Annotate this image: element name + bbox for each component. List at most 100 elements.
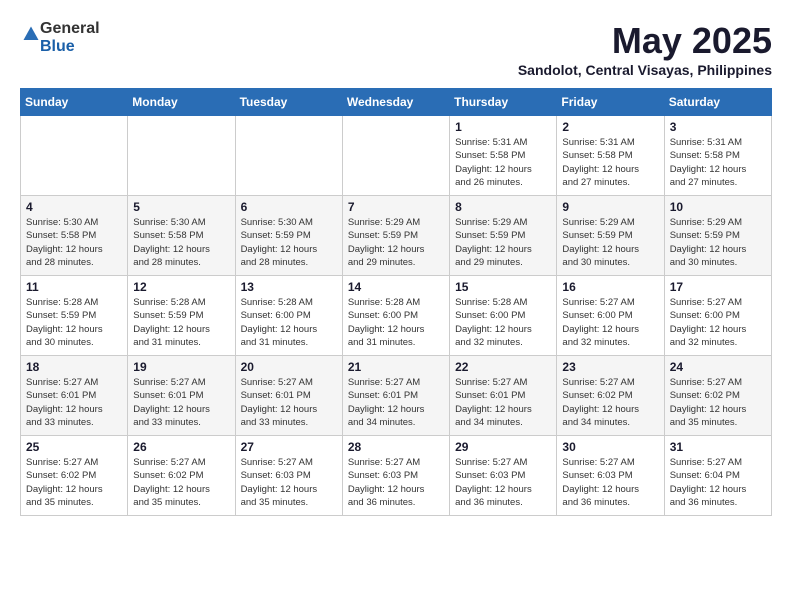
day-info: Sunrise: 5:27 AMSunset: 6:01 PMDaylight:… [26, 376, 122, 429]
day-number: 31 [670, 440, 766, 454]
calendar-cell: 30 Sunrise: 5:27 AMSunset: 6:03 PMDayligh… [557, 436, 664, 516]
day-info: Sunrise: 5:27 AMSunset: 6:01 PMDaylight:… [348, 376, 444, 429]
day-number: 15 [455, 280, 551, 294]
day-number: 2 [562, 120, 658, 134]
header: General Blue May 2025 Sandolot, Central … [20, 20, 772, 78]
day-number: 27 [241, 440, 337, 454]
calendar-row: 18Sunrise: 5:27 AMSunset: 6:01 PMDayligh… [21, 356, 772, 436]
day-number: 23 [562, 360, 658, 374]
calendar-cell: 14Sunrise: 5:28 AMSunset: 6:00 PMDayligh… [342, 276, 449, 356]
calendar-row: 25Sunrise: 5:27 AMSunset: 6:02 PMDayligh… [21, 436, 772, 516]
weekday-header: Wednesday [342, 89, 449, 116]
day-info: Sunrise: 5:27 AMSunset: 6:02 PMDaylight:… [133, 456, 229, 509]
calendar-cell: 3 Sunrise: 5:31 AMSunset: 5:58 PMDaylight… [664, 116, 771, 196]
day-info: Sunrise: 5:27 AMSunset: 6:01 PMDaylight:… [133, 376, 229, 429]
day-number: 16 [562, 280, 658, 294]
calendar-cell: 6Sunrise: 5:30 AMSunset: 5:59 PMDaylight… [235, 196, 342, 276]
logo-general: General [40, 20, 100, 38]
calendar-cell: 8 Sunrise: 5:29 AMSunset: 5:59 PMDaylight… [450, 196, 557, 276]
day-info: Sunrise: 5:27 AMSunset: 6:02 PMDaylight:… [26, 456, 122, 509]
weekday-header: Thursday [450, 89, 557, 116]
day-info: Sunrise: 5:27 AMSunset: 6:01 PMDaylight:… [455, 376, 551, 429]
calendar-cell [342, 116, 449, 196]
day-number: 28 [348, 440, 444, 454]
day-info: Sunrise: 5:30 AMSunset: 5:58 PMDaylight:… [26, 216, 122, 269]
weekday-header: Sunday [21, 89, 128, 116]
month-title: May 2025 [518, 20, 772, 62]
calendar-cell: 17Sunrise: 5:27 AMSunset: 6:00 PMDayligh… [664, 276, 771, 356]
day-number: 1 [455, 120, 551, 134]
weekday-header: Monday [128, 89, 235, 116]
day-info: Sunrise: 5:27 AMSunset: 6:03 PMDaylight:… [348, 456, 444, 509]
weekday-header: Tuesday [235, 89, 342, 116]
calendar-cell: 16Sunrise: 5:27 AMSunset: 6:00 PMDayligh… [557, 276, 664, 356]
day-info: Sunrise: 5:31 AMSunset: 5:58 PMDaylight:… [670, 136, 766, 189]
day-info: Sunrise: 5:27 AMSunset: 6:02 PMDaylight:… [670, 376, 766, 429]
calendar-cell [21, 116, 128, 196]
day-number: 12 [133, 280, 229, 294]
day-number: 22 [455, 360, 551, 374]
calendar-header: SundayMondayTuesdayWednesdayThursdayFrid… [21, 89, 772, 116]
day-number: 21 [348, 360, 444, 374]
day-info: Sunrise: 5:27 AMSunset: 6:01 PMDaylight:… [241, 376, 337, 429]
calendar-cell: 11 Sunrise: 5:28 AMSunset: 5:59 PMDayligh… [21, 276, 128, 356]
title-area: May 2025 Sandolot, Central Visayas, Phil… [518, 20, 772, 78]
logo-text: General Blue [40, 20, 100, 55]
logo-icon [22, 25, 40, 43]
day-info: Sunrise: 5:27 AMSunset: 6:04 PMDaylight:… [670, 456, 766, 509]
day-number: 8 [455, 200, 551, 214]
calendar: SundayMondayTuesdayWednesdayThursdayFrid… [20, 88, 772, 516]
day-number: 30 [562, 440, 658, 454]
calendar-row: 4 Sunrise: 5:30 AMSunset: 5:58 PMDaylight… [21, 196, 772, 276]
day-number: 24 [670, 360, 766, 374]
calendar-cell: 12Sunrise: 5:28 AMSunset: 5:59 PMDayligh… [128, 276, 235, 356]
day-number: 9 [562, 200, 658, 214]
calendar-cell: 27 Sunrise: 5:27 AMSunset: 6:03 PMDayligh… [235, 436, 342, 516]
calendar-cell: 21 Sunrise: 5:27 AMSunset: 6:01 PMDayligh… [342, 356, 449, 436]
calendar-cell: 15 Sunrise: 5:28 AMSunset: 6:00 PMDayligh… [450, 276, 557, 356]
day-number: 11 [26, 280, 122, 294]
day-info: Sunrise: 5:30 AMSunset: 5:59 PMDaylight:… [241, 216, 337, 269]
calendar-cell: 9 Sunrise: 5:29 AMSunset: 5:59 PMDaylight… [557, 196, 664, 276]
calendar-cell [235, 116, 342, 196]
day-number: 20 [241, 360, 337, 374]
day-number: 26 [133, 440, 229, 454]
calendar-row: 11 Sunrise: 5:28 AMSunset: 5:59 PMDayligh… [21, 276, 772, 356]
weekday-header: Friday [557, 89, 664, 116]
day-number: 13 [241, 280, 337, 294]
calendar-cell: 28 Sunrise: 5:27 AMSunset: 6:03 PMDayligh… [342, 436, 449, 516]
calendar-cell: 23 Sunrise: 5:27 AMSunset: 6:02 PMDayligh… [557, 356, 664, 436]
day-info: Sunrise: 5:28 AMSunset: 5:59 PMDaylight:… [26, 296, 122, 349]
day-number: 29 [455, 440, 551, 454]
logo-blue: Blue [40, 38, 100, 56]
day-number: 5 [133, 200, 229, 214]
calendar-cell: 13 Sunrise: 5:28 AMSunset: 6:00 PMDayligh… [235, 276, 342, 356]
day-number: 3 [670, 120, 766, 134]
location: Sandolot, Central Visayas, Philippines [518, 62, 772, 78]
weekday-row: SundayMondayTuesdayWednesdayThursdayFrid… [21, 89, 772, 116]
day-info: Sunrise: 5:27 AMSunset: 6:02 PMDaylight:… [562, 376, 658, 429]
day-info: Sunrise: 5:30 AMSunset: 5:58 PMDaylight:… [133, 216, 229, 269]
day-info: Sunrise: 5:29 AMSunset: 5:59 PMDaylight:… [562, 216, 658, 269]
calendar-cell: 29Sunrise: 5:27 AMSunset: 6:03 PMDayligh… [450, 436, 557, 516]
calendar-cell: 5 Sunrise: 5:30 AMSunset: 5:58 PMDaylight… [128, 196, 235, 276]
day-info: Sunrise: 5:31 AMSunset: 5:58 PMDaylight:… [455, 136, 551, 189]
calendar-cell: 1 Sunrise: 5:31 AMSunset: 5:58 PMDaylight… [450, 116, 557, 196]
day-info: Sunrise: 5:27 AMSunset: 6:03 PMDaylight:… [562, 456, 658, 509]
calendar-cell: 22 Sunrise: 5:27 AMSunset: 6:01 PMDayligh… [450, 356, 557, 436]
calendar-body: 1 Sunrise: 5:31 AMSunset: 5:58 PMDaylight… [21, 116, 772, 516]
day-info: Sunrise: 5:28 AMSunset: 6:00 PMDaylight:… [455, 296, 551, 349]
day-info: Sunrise: 5:31 AMSunset: 5:58 PMDaylight:… [562, 136, 658, 189]
day-number: 19 [133, 360, 229, 374]
calendar-cell: 18Sunrise: 5:27 AMSunset: 6:01 PMDayligh… [21, 356, 128, 436]
day-info: Sunrise: 5:29 AMSunset: 5:59 PMDaylight:… [455, 216, 551, 269]
day-number: 7 [348, 200, 444, 214]
day-info: Sunrise: 5:27 AMSunset: 6:00 PMDaylight:… [670, 296, 766, 349]
logo: General Blue [20, 20, 100, 55]
day-info: Sunrise: 5:28 AMSunset: 6:00 PMDaylight:… [241, 296, 337, 349]
day-info: Sunrise: 5:27 AMSunset: 6:03 PMDaylight:… [241, 456, 337, 509]
calendar-row: 1 Sunrise: 5:31 AMSunset: 5:58 PMDaylight… [21, 116, 772, 196]
calendar-cell [128, 116, 235, 196]
day-info: Sunrise: 5:29 AMSunset: 5:59 PMDaylight:… [348, 216, 444, 269]
day-number: 4 [26, 200, 122, 214]
